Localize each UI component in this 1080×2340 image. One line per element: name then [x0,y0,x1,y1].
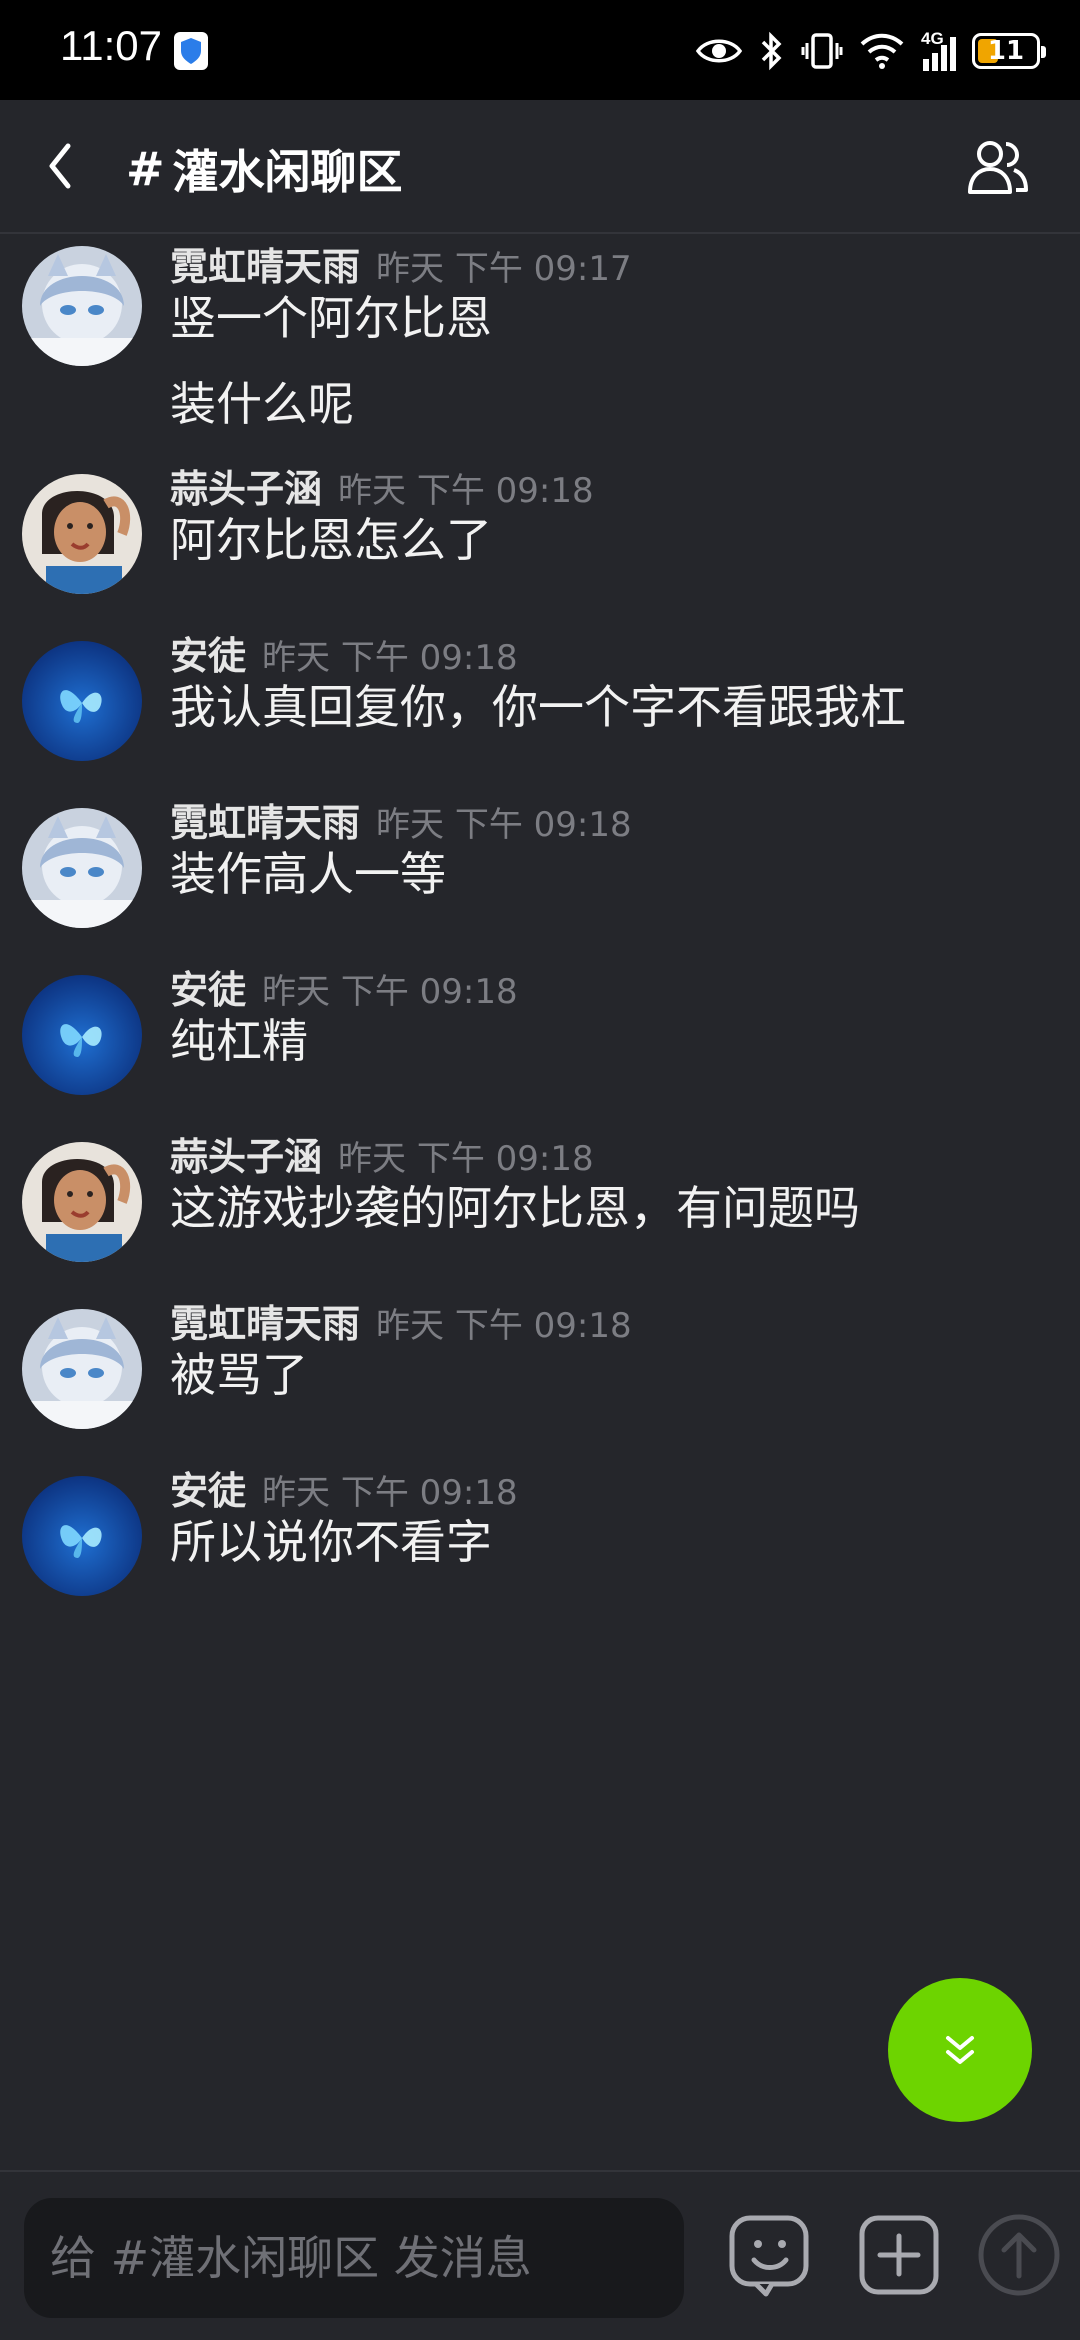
network-type: 4G [921,29,944,48]
message-text: 纯杠精 [170,1014,308,1068]
status-icons: 4G 11 [695,28,1046,74]
user-avatar[interactable] [22,975,142,1095]
message-list[interactable]: 霓虹晴天雨 昨天 下午 09:17 竖一个阿尔比恩 装什么呢 蒜头子涵 昨天 下午 09:… [0,236,1080,2170]
send-button[interactable] [976,2212,1062,2298]
message-text: 这游戏抄袭的阿尔比恩，有问题吗 [170,1181,860,1235]
status-bar: 11:07 4G 11 [0,0,1080,100]
double-chevron-down-icon [946,2036,974,2064]
message-text: 装什么呢 [170,377,354,431]
user-avatar[interactable] [22,1142,142,1262]
user-avatar[interactable] [22,808,142,928]
battery-level: 11 [987,36,1025,66]
battery-icon: 11 [972,33,1046,69]
message-text: 所以说你不看字 [170,1515,492,1569]
message-text: 竖一个阿尔比恩 [170,291,492,345]
shield-icon [174,32,208,70]
vibrate-icon [801,33,843,69]
status-time: 11:07 [60,22,162,69]
cellular-signal: 4G [921,29,956,71]
add-attachment-button[interactable] [856,2212,942,2298]
channel-title: # 灌水闲聊区 [126,136,403,202]
message-timestamp: 昨天 下午 09:18 [376,1306,632,1346]
channel-header: # 灌水闲聊区 [0,100,1080,234]
user-avatar[interactable] [22,1309,142,1429]
wifi-icon [860,33,904,69]
user-avatar[interactable] [22,474,142,594]
bluetooth-icon [761,31,782,71]
scroll-to-bottom-button[interactable] [888,1978,1032,2122]
eye-icon [695,39,743,63]
message-text: 装作高人一等 [170,847,446,901]
emoji-sticker-button[interactable] [726,2212,812,2298]
user-avatar[interactable] [22,1476,142,1596]
members-button[interactable] [966,136,1030,198]
channel-name: 灌水闲聊区 [172,145,403,199]
message-text: 我认真回复你，你一个字不看跟我杠 [170,680,906,734]
user-avatar[interactable] [22,641,142,761]
message-input[interactable] [24,2198,684,2318]
back-button[interactable] [40,136,80,196]
message-composer [0,2170,1080,2340]
message-text: 阿尔比恩怎么了 [170,513,492,567]
message-text: 被骂了 [170,1348,308,1402]
hash-symbol: # [126,142,165,196]
user-avatar[interactable] [22,246,142,366]
